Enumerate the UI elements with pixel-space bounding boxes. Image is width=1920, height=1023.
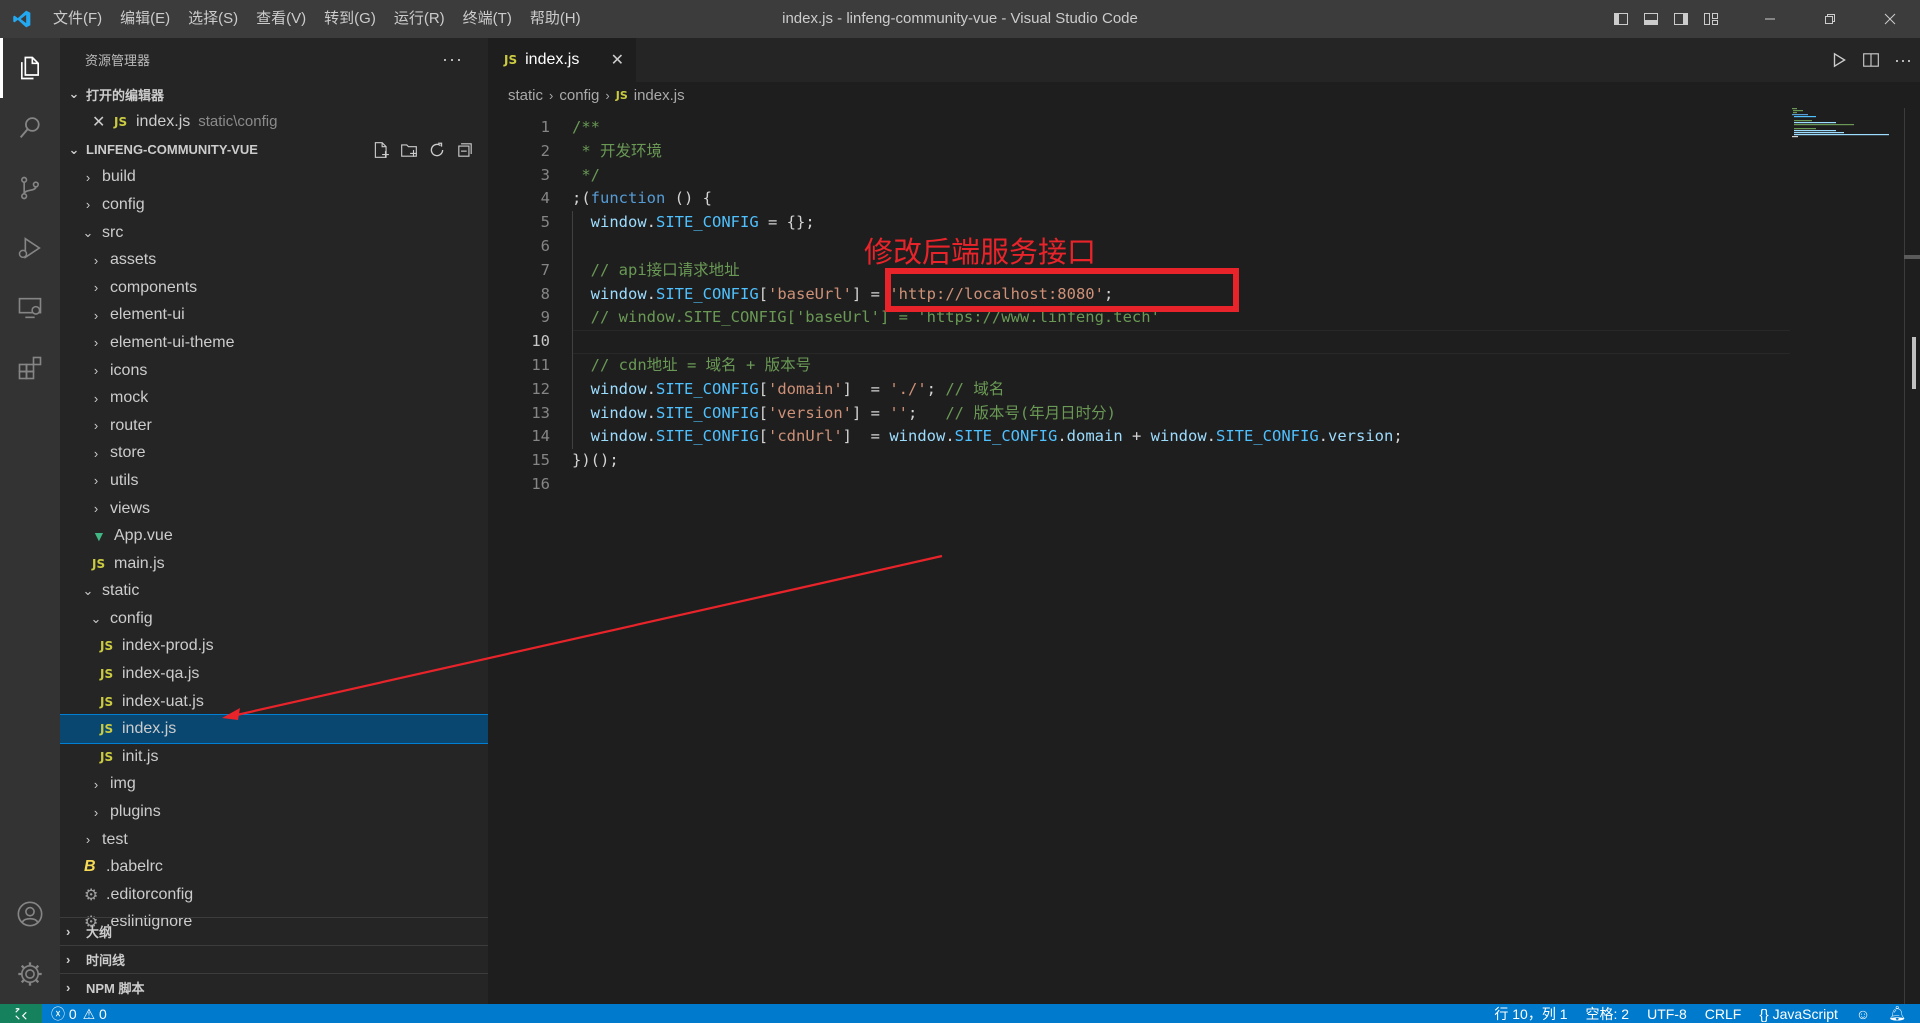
encoding-status[interactable]: UTF-8 — [1638, 1006, 1696, 1022]
warning-icon: ⚠ — [82, 1005, 96, 1022]
problems-status[interactable]: ⓧ 0 ⚠ 0 — [42, 1004, 116, 1023]
cursor-position[interactable]: 行 10，列 1 — [1485, 1004, 1576, 1023]
feedback-icon[interactable]: ☺ — [1847, 1006, 1879, 1022]
eol-status[interactable]: CRLF — [1696, 1006, 1751, 1022]
language-mode[interactable]: {} JavaScript — [1750, 1006, 1847, 1022]
indentation-status[interactable]: 空格: 2 — [1577, 1004, 1639, 1023]
notifications-bell-icon[interactable]: 🔔︎ — [1879, 1005, 1920, 1022]
error-icon: ⓧ — [51, 1005, 65, 1022]
annotation-arrow — [222, 554, 943, 720]
remote-indicator-icon[interactable] — [0, 1004, 42, 1023]
status-bar: ⓧ 0 ⚠ 0 行 10，列 1 空格: 2 UTF-8 CRLF {} Jav… — [0, 1004, 1920, 1023]
braces-icon: {} — [1759, 1005, 1769, 1022]
